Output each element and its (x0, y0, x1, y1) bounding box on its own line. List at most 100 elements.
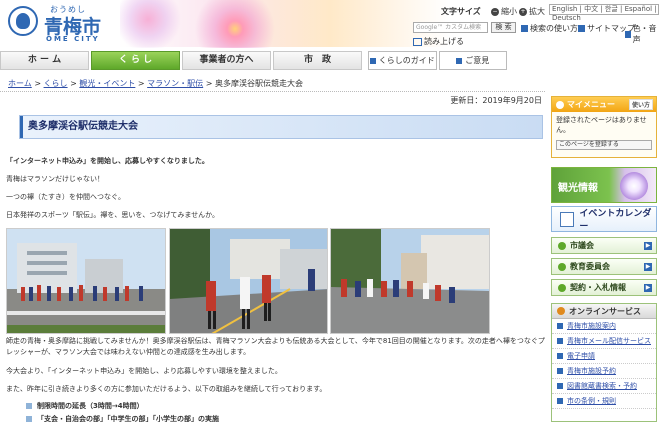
online-services-title: オンラインサービス (569, 306, 641, 316)
race-photo-3-image (331, 229, 489, 333)
square-icon (521, 25, 528, 32)
nav-shisei[interactable]: 市 政 (273, 51, 362, 70)
arrow-right-icon: ▶ (644, 262, 652, 271)
my-menu-header: マイメニュー 使い方 (552, 97, 656, 112)
page-title: 奥多摩渓谷駅伝競走大会 (19, 115, 543, 139)
updated-date: 更新日：2019年9月20日 (450, 96, 542, 105)
breadcrumb-separator: > (34, 79, 42, 88)
online-item-label: 市の条例・規則 (567, 397, 616, 405)
header-fireworks-image (175, 0, 295, 48)
sidebar-link-label: 契約・入札情報 (570, 283, 626, 292)
square-icon (557, 368, 563, 374)
square-icon (557, 323, 563, 329)
online-item[interactable]: 青梅市施設予約 (552, 364, 656, 379)
breadcrumb-separator: > (205, 79, 213, 88)
arrow-right-icon: ▶ (644, 241, 652, 250)
bullet-text: 「支会・自治会の部」「中学生の部」「小学生の部」の実施 (37, 415, 219, 422)
logo-en: OME CITY (46, 35, 100, 43)
speaker-icon (413, 37, 422, 46)
sidebar-link-council[interactable]: 市議会 ▶ (551, 237, 657, 254)
race-photo-1-image (7, 229, 165, 333)
online-services-header: オンラインサービス (552, 304, 656, 319)
readout-label: 読み上げる (424, 37, 464, 46)
bullet-item: 制限時間の延長（3時間→4時間） (26, 401, 144, 411)
site-logo[interactable]: おうめし 青梅市 OME CITY (8, 4, 108, 43)
flower-icon (620, 172, 648, 200)
bullet-icon (26, 416, 32, 422)
gear-icon (556, 100, 564, 109)
online-item[interactable]: 青梅市施設案内 (552, 319, 656, 334)
square-icon (369, 57, 376, 64)
color-label: 色・音声 (632, 24, 657, 44)
online-item[interactable]: 青梅市メール配信サービス (552, 334, 656, 349)
dot-icon (558, 262, 566, 271)
nav-kurashi[interactable]: く ら し (91, 51, 180, 70)
city-emblem-icon (8, 6, 38, 36)
online-services-panel: オンラインサービス 青梅市施設案内 青梅市メール配信サービス 電子申請 青梅市施… (551, 303, 657, 422)
body-line-4: 今大会より、「インターネット申込み」を開始し、より応募しやすい環境を整えました。 (6, 367, 282, 375)
my-menu-panel: マイメニュー 使い方 登録されたページはありません。 このページを登録する (551, 96, 657, 158)
race-photo-2 (169, 228, 328, 334)
font-enlarge-label: 拡大 (529, 7, 545, 16)
online-item[interactable]: 電子申請 (552, 349, 656, 364)
language-links[interactable]: English | 中文 | 한글 | Español | Deutsch (549, 4, 659, 22)
arrow-right-icon: ▶ (644, 283, 652, 292)
opinion-button[interactable]: ご意見 (438, 51, 507, 70)
tourism-label: 観光情報 (558, 183, 598, 194)
search-button[interactable]: 検 索 (491, 22, 516, 33)
dot-icon (558, 241, 566, 250)
color-link[interactable]: 色・音声 (625, 23, 658, 45)
breadcrumb-kanko[interactable]: 観光・イベント (79, 79, 135, 88)
sidebar-link-label: 教育委員会 (570, 262, 610, 271)
bullet-item: 「支会・自治会の部」「中学生の部」「小学生の部」の実施 (26, 414, 219, 422)
tourism-banner[interactable]: 観光情報 (551, 167, 657, 203)
bullet-text: 制限時間の延長（3時間→4時間） (37, 402, 144, 410)
event-calendar-banner[interactable]: イベントカレンダー (551, 206, 657, 232)
square-icon (456, 57, 463, 64)
square-icon (625, 30, 631, 38)
square-icon (578, 25, 585, 32)
calendar-icon (560, 211, 575, 227)
square-icon (557, 398, 563, 404)
breadcrumb-marathon[interactable]: マラソン・駅伝 (147, 79, 203, 88)
nav-business[interactable]: 事業者の方へ (182, 51, 271, 70)
sidebar-link-contracts[interactable]: 契約・入札情報 ▶ (551, 279, 657, 296)
nav-home[interactable]: ホ ー ム (0, 51, 89, 70)
font-shrink-button[interactable]: − 縮小 (491, 6, 517, 17)
opinion-label: ご意見 (465, 56, 490, 65)
dot-icon (557, 307, 565, 315)
minus-icon: − (491, 7, 499, 16)
breadcrumb: ホーム > くらし > 観光・イベント > マラソン・駅伝 > 奥多摩渓谷駅伝競… (8, 78, 303, 89)
online-item[interactable]: 図書館蔵書検索・予約 (552, 379, 656, 394)
lead-text: 「インターネット申込み」を開始し、応募しやすくなりました。 (6, 157, 209, 165)
photo-caption: 師走の青梅・奥多摩路に挑戦してみませんか！奥多摩渓谷駅伝は、青梅マラソン大会より… (6, 337, 545, 356)
divider (0, 91, 545, 92)
square-icon (557, 353, 563, 359)
square-icon (557, 383, 563, 389)
square-icon (557, 338, 563, 344)
guide-button[interactable]: くらしのガイド (368, 51, 437, 70)
search-input[interactable]: Google™ カスタム検索 (413, 22, 488, 33)
online-item[interactable]: 市の条例・規則 (552, 394, 656, 409)
plus-icon: + (519, 7, 527, 16)
header-tools: 文字サイズ − 縮小 + 拡大 English | 中文 | 한글 | Españo… (413, 4, 659, 47)
font-enlarge-button[interactable]: + 拡大 (519, 6, 545, 17)
font-size-label: 文字サイズ (441, 7, 481, 16)
search-howto-label: 検索の使い方 (530, 24, 578, 33)
font-shrink-label: 縮小 (501, 7, 517, 16)
search-howto-link[interactable]: 検索の使い方 (521, 23, 578, 34)
bullet-icon (26, 403, 32, 409)
body-line-3: 日本発祥のスポーツ「駅伝」。襷を、思いを、つなげてみませんか。 (6, 211, 220, 219)
breadcrumb-home[interactable]: ホーム (8, 79, 32, 88)
online-item-label: 電子申請 (567, 352, 595, 360)
my-menu-howto-button[interactable]: 使い方 (628, 99, 653, 110)
sidebar-link-education[interactable]: 教育委員会 ▶ (551, 258, 657, 275)
readout-button[interactable]: 読み上げる (413, 36, 464, 47)
body-line-1: 青梅はマラソンだけじゃない！ (6, 175, 104, 183)
body-line-2: 一つの襷（たすき）を仲間へつなぐ。 (6, 193, 125, 201)
online-item-label: 青梅市施設予約 (567, 367, 616, 375)
breadcrumb-kurashi[interactable]: くらし (44, 79, 68, 88)
dot-icon (558, 283, 566, 292)
register-page-button[interactable]: このページを登録する (556, 140, 652, 150)
online-item-label: 図書館蔵書検索・予約 (567, 382, 637, 390)
